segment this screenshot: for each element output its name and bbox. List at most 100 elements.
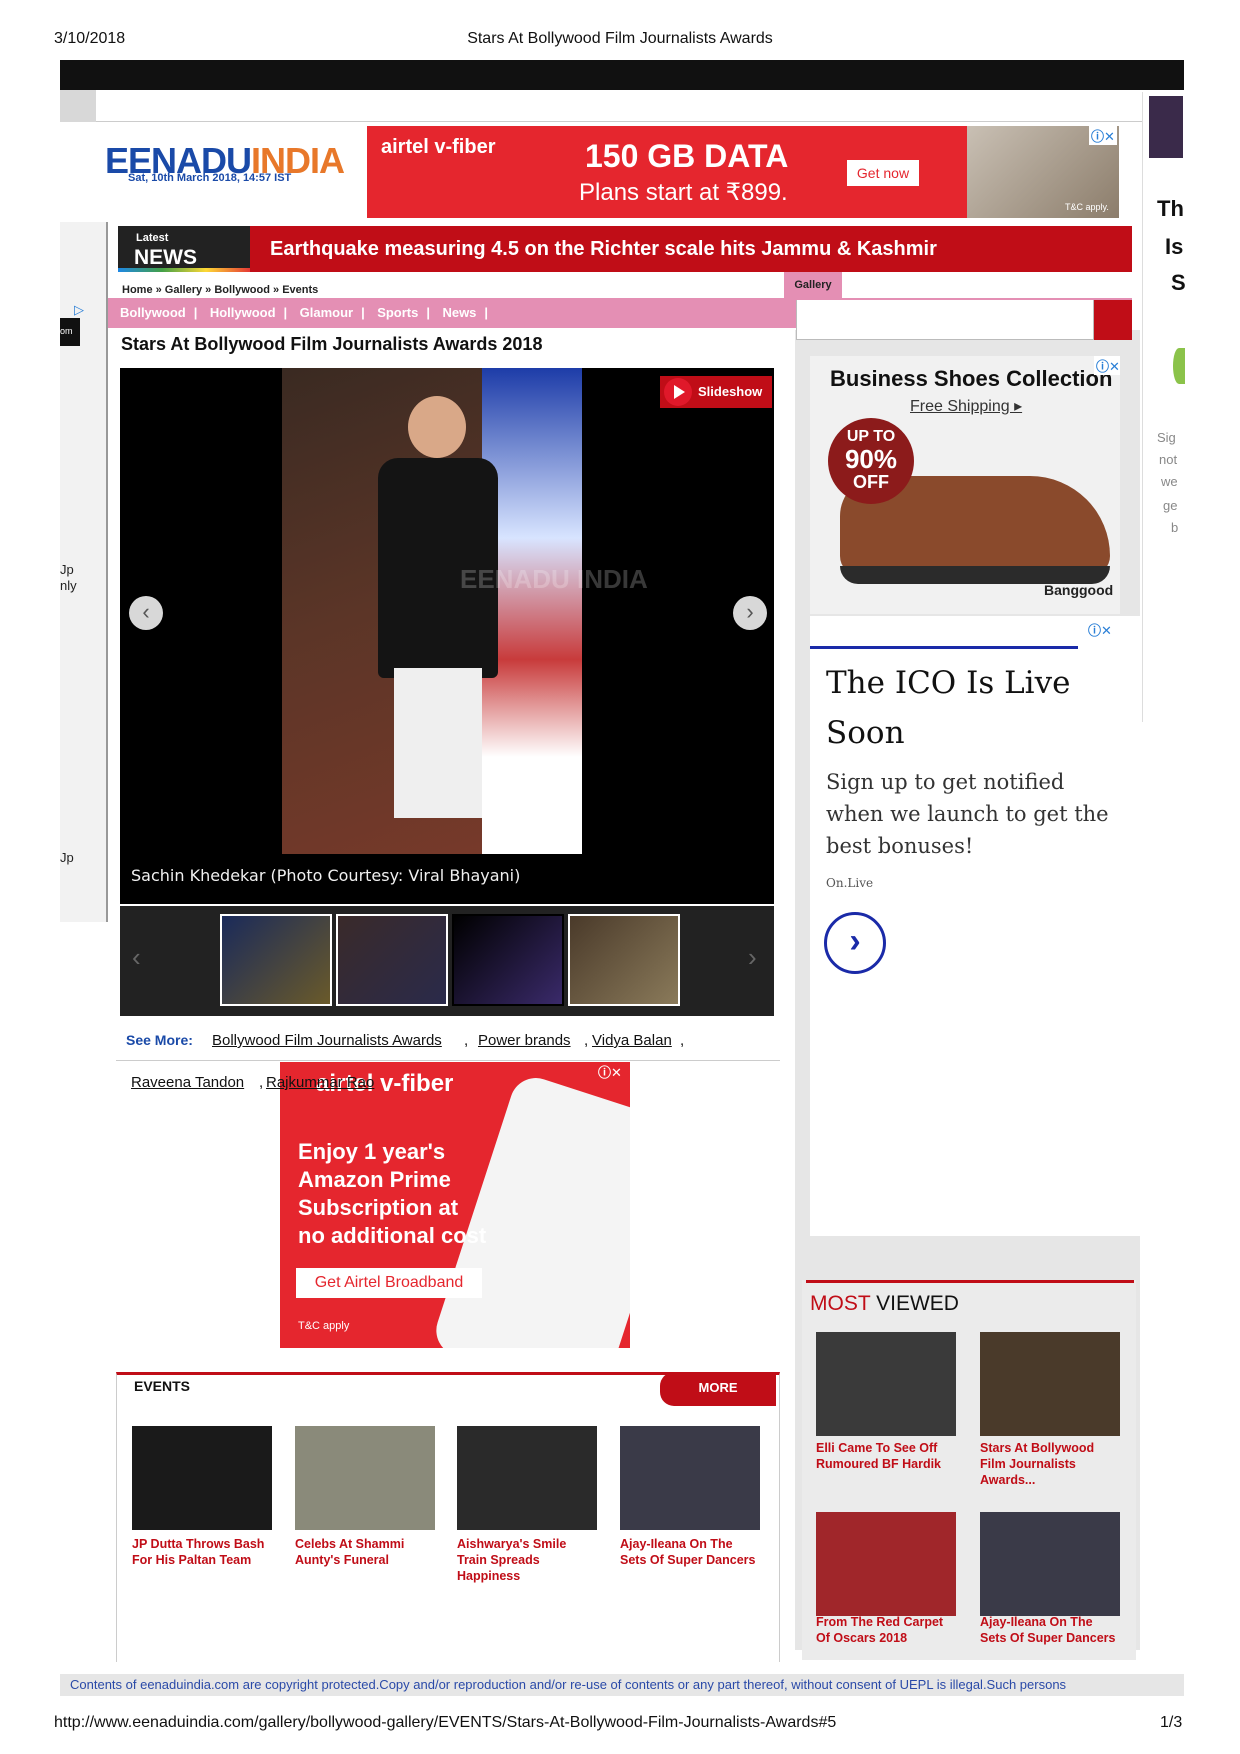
event-thumbnail[interactable]: [457, 1426, 597, 1530]
photo-caption: Sachin Khedekar (Photo Courtesy: Viral B…: [131, 866, 521, 885]
thumbnail[interactable]: [336, 914, 448, 1006]
ad-close-icon[interactable]: ⓘ✕: [1094, 356, 1120, 375]
thumbnail[interactable]: [220, 914, 332, 1006]
thumbnail[interactable]: [568, 914, 680, 1006]
most-viewed-thumbnail[interactable]: [816, 1332, 956, 1436]
prev-photo-button[interactable]: ‹: [129, 596, 163, 630]
events-title: EVENTS: [134, 1378, 191, 1394]
category-news[interactable]: News: [442, 305, 476, 320]
breadcrumb-gallery[interactable]: Gallery: [165, 284, 202, 296]
most-viewed-title-link[interactable]: Elli Came To See Off Rumoured BF Hardik: [816, 1440, 956, 1472]
thumbs-next-icon[interactable]: ›: [748, 942, 757, 973]
left-text-fragment: Jp: [60, 562, 74, 577]
far-right-text: Th: [1157, 196, 1184, 221]
thumbs-prev-icon[interactable]: ‹: [132, 942, 141, 973]
logo-datetime: Sat, 10th March 2018, 14:57 IST: [128, 172, 292, 184]
tag-link[interactable]: Bollywood Film Journalists Awards: [212, 1032, 442, 1049]
ad-get-now-button[interactable]: Get now: [847, 160, 919, 186]
see-more-label: See More:: [126, 1032, 193, 1048]
thumbnail-active[interactable]: [452, 914, 564, 1006]
ticker-headline[interactable]: Earthquake measuring 4.5 on the Richter …: [270, 238, 937, 261]
get-airtel-broadband-button[interactable]: Get Airtel Broadband: [296, 1268, 482, 1298]
gallery-main-photo[interactable]: [282, 368, 582, 854]
ad-source: On.Live: [826, 876, 874, 890]
ico-ad[interactable]: ⓘ✕ The ICO Is Live Soon Sign up to get n…: [810, 616, 1140, 1236]
far-right-text: we: [1161, 474, 1178, 489]
far-right-text: b: [1171, 520, 1179, 535]
ad-headline: The ICO Is Live Soon: [826, 665, 1071, 751]
most-viewed-thumbnail[interactable]: [980, 1512, 1120, 1616]
top-black-bar: [60, 60, 1184, 90]
top-nav-strip: [60, 90, 1184, 122]
gallery-tab[interactable]: Gallery: [784, 272, 842, 298]
far-right-text: ge: [1163, 498, 1178, 513]
far-right-thumb: [1149, 96, 1183, 158]
event-thumbnail[interactable]: [295, 1426, 435, 1530]
slideshow-button[interactable]: Slideshow: [660, 376, 772, 408]
far-right-icon: [1173, 348, 1185, 384]
far-right-text: Is: [1165, 234, 1184, 259]
ad-free-shipping: Free Shipping ▸: [910, 398, 1023, 415]
chevron-right-icon[interactable]: ›: [824, 912, 886, 974]
search-button[interactable]: [1094, 300, 1132, 340]
print-page-number: 1/3: [1160, 1714, 1183, 1731]
tag-link[interactable]: Power brands: [478, 1032, 571, 1049]
most-viewed-thumbnail[interactable]: [816, 1512, 956, 1616]
news-ticker[interactable]: Latest NEWS Earthquake measuring 4.5 on …: [118, 226, 1132, 272]
print-title: Stars At Bollywood Film Journalists Awar…: [467, 30, 773, 47]
category-hollywood[interactable]: Hollywood: [210, 305, 276, 320]
left-text-fragment: nly: [60, 578, 77, 593]
event-title[interactable]: Ajay-Ileana On The Sets Of Super Dancers: [620, 1536, 760, 1568]
airtel-amazon-prime-ad[interactable]: airtel v-fiber Enjoy 1 year's Amazon Pri…: [280, 1062, 630, 1348]
event-title[interactable]: Celebs At Shammi Aunty's Funeral: [295, 1536, 435, 1568]
most-viewed-title-link[interactable]: Stars At Bollywood Film Journalists Awar…: [980, 1440, 1120, 1488]
banggood-shoe-ad[interactable]: Business Shoes Collection Free Shipping …: [810, 356, 1120, 614]
ad-terms: T&C apply.: [1065, 202, 1109, 212]
most-viewed-title: MOST VIEWED: [810, 1292, 959, 1315]
far-right-text: not: [1159, 452, 1178, 467]
ad-close-icon[interactable]: ⓘ✕: [1086, 620, 1114, 639]
most-viewed-thumbnail[interactable]: [980, 1332, 1120, 1436]
airtel-banner-ad[interactable]: airtel v-fiber 150 GB DATA Plans start a…: [367, 126, 1119, 218]
category-bollywood[interactable]: Bollywood: [120, 305, 186, 320]
copyright-notice: Contents of eenaduindia.com are copyrigh…: [60, 1674, 1184, 1696]
event-title[interactable]: JP Dutta Throws Bash For His Paltan Team: [132, 1536, 272, 1568]
ad-terms: T&C apply: [298, 1320, 350, 1332]
print-url: http://www.eenaduindia.com/gallery/bolly…: [54, 1714, 837, 1731]
far-right-text: Sig: [1157, 430, 1176, 445]
search-input[interactable]: [796, 300, 1094, 340]
most-viewed-title-link[interactable]: From The Red Carpet Of Oscars 2018: [816, 1614, 956, 1646]
far-right-text: S: [1171, 270, 1186, 295]
ticker-label: Latest NEWS: [118, 226, 250, 272]
breadcrumb-home[interactable]: Home: [122, 284, 153, 296]
category-sports[interactable]: Sports: [377, 305, 418, 320]
category-glamour[interactable]: Glamour: [300, 305, 353, 320]
breadcrumb-bollywood[interactable]: Bollywood: [214, 284, 270, 296]
photo-watermark: EENADU INDIA: [460, 564, 648, 594]
event-thumbnail[interactable]: [620, 1426, 760, 1530]
event-thumbnail[interactable]: [132, 1426, 272, 1530]
tag-link[interactable]: Raveena Tandon: [131, 1074, 244, 1091]
page-title: Stars At Bollywood Film Journalists Awar…: [121, 334, 543, 354]
tag-link[interactable]: Rajkummar Rao: [266, 1074, 374, 1091]
play-icon: [664, 378, 692, 406]
ad-close-icon[interactable]: ⓘ✕: [596, 1062, 624, 1081]
events-more-button[interactable]: MORE: [660, 1372, 776, 1406]
far-right-panel: Th Is S Sig not we ge b: [1142, 92, 1186, 722]
ad-title: Business Shoes Collection: [830, 366, 1113, 391]
adchoices-icon[interactable]: ▷: [74, 302, 84, 318]
next-photo-button[interactable]: ›: [733, 596, 767, 630]
ad-close-icon[interactable]: ⓘ✕: [1089, 126, 1117, 145]
ad-offer-text: Enjoy 1 year's Amazon Prime Subscription…: [298, 1139, 487, 1248]
ad-headline: 150 GB DATA: [585, 138, 789, 174]
event-title[interactable]: Aishwarya's Smile Train Spreads Happines…: [457, 1536, 597, 1584]
divider: [116, 1060, 780, 1061]
left-ad-fragment: om: [60, 318, 80, 346]
most-viewed-title-link[interactable]: Ajay-Ileana On The Sets Of Super Dancers: [980, 1614, 1120, 1646]
ad-subline: Plans start at ₹899.: [579, 179, 788, 206]
ad-brand: Banggood: [1044, 582, 1114, 598]
tag-link[interactable]: Vidya Balan: [592, 1032, 672, 1049]
left-text-fragment: Jp: [60, 850, 74, 865]
breadcrumb-events[interactable]: Events: [282, 284, 318, 296]
discount-badge: UP TO 90% OFF: [828, 418, 914, 504]
